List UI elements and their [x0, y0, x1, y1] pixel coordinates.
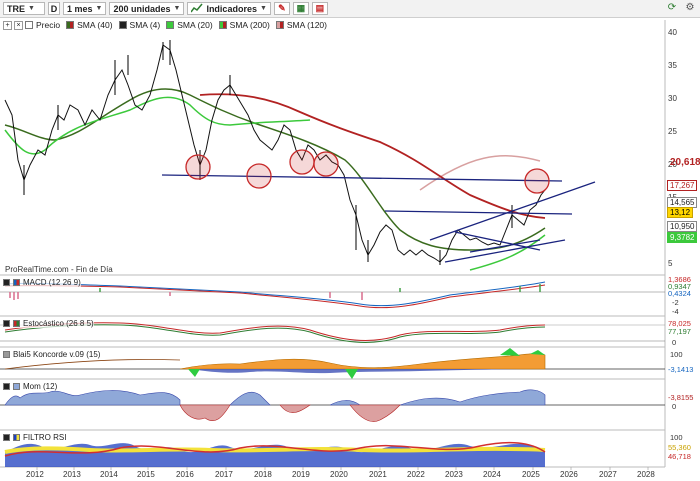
rsi-panel — [4, 441, 546, 467]
stochastic-label[interactable]: Estocástico (26 8 5) — [3, 319, 94, 328]
sma200-price-tag: 20,618 — [667, 157, 700, 168]
momentum-panel — [0, 389, 665, 422]
sma40-line — [4, 88, 546, 251]
price-axis-label: 5 — [668, 259, 673, 268]
circle-price-tag: 17,267 — [667, 180, 698, 191]
x-axis-label: 2013 — [63, 470, 81, 479]
sma4-line — [4, 44, 546, 263]
x-axis-label: 2022 — [407, 470, 425, 479]
x-axis-label: 2021 — [369, 470, 387, 479]
x-axis-label: 2023 — [445, 470, 463, 479]
momentum-label-text: Mom (12) — [23, 382, 58, 391]
color-swatch — [13, 383, 20, 390]
source-text: ProRealTime.com - Fin de Día — [5, 265, 113, 274]
stochastic-panel — [0, 322, 665, 343]
remove-icon[interactable] — [3, 434, 10, 441]
koncorde-axis-label: 100 — [670, 350, 683, 359]
sma20-price-tag: 10,950 — [667, 221, 698, 232]
channel-upper-line[interactable] — [429, 181, 596, 241]
resistance-line[interactable] — [384, 210, 573, 215]
color-swatch — [3, 351, 10, 358]
x-axis-label: 2026 — [560, 470, 578, 479]
color-swatch — [13, 434, 20, 441]
price-axis-label: 35 — [668, 61, 677, 70]
x-axis-label: 2015 — [137, 470, 155, 479]
remove-icon[interactable] — [3, 320, 10, 327]
price-axis-label: 25 — [668, 127, 677, 136]
x-axis-label: 2014 — [100, 470, 118, 479]
x-axis-label: 2016 — [176, 470, 194, 479]
price-panel — [4, 40, 596, 271]
macd-label[interactable]: MACD (12 26 9) — [3, 278, 81, 287]
x-axis-label: 2018 — [254, 470, 272, 479]
rsi-axis-label: 100 — [670, 433, 683, 442]
color-swatch — [13, 320, 20, 327]
x-axis-label: 2017 — [215, 470, 233, 479]
x-axis-label: 2024 — [483, 470, 501, 479]
macd-panel — [0, 281, 665, 309]
stochastic-label-text: Estocástico (26 8 5) — [23, 319, 94, 328]
koncorde-axis-label: -3,1413 — [668, 365, 694, 374]
sma120-line — [419, 155, 541, 191]
candles — [23, 40, 513, 265]
remove-icon[interactable] — [3, 383, 10, 390]
macd-label-text: MACD (12 26 9) — [23, 278, 81, 287]
stochastic-axis-label: 0 — [672, 338, 677, 347]
x-axis-label: 2020 — [330, 470, 348, 479]
macd-axis-label: 0,4324 — [668, 289, 691, 298]
chart-canvas[interactable] — [0, 0, 700, 481]
remove-icon[interactable] — [3, 279, 10, 286]
rsi-axis-label: 46,718 — [668, 452, 691, 461]
rsi-label-text: FILTRO RSI — [23, 433, 67, 442]
price-axis-label: 30 — [668, 94, 677, 103]
momentum-label[interactable]: Mom (12) — [3, 382, 58, 391]
koncorde-label[interactable]: Blai5 Koncorde v.09 (15) — [3, 350, 101, 359]
x-axis-label: 2027 — [599, 470, 617, 479]
koncorde-label-text: Blai5 Koncorde v.09 (15) — [13, 350, 101, 359]
macd-axis-label: -4 — [672, 307, 679, 316]
momentum-axis-label: -3,8155 — [668, 393, 694, 402]
momentum-axis-label: 0 — [672, 402, 677, 411]
rsi-axis-label: 55,360 — [668, 443, 691, 452]
sma40-price-tag: 9,3782 — [667, 232, 698, 243]
x-axis-label: 2019 — [292, 470, 310, 479]
stochastic-axis-label: 77,197 — [668, 327, 691, 336]
x-axis-label: 2028 — [637, 470, 655, 479]
color-swatch — [13, 279, 20, 286]
x-axis-label: 2012 — [26, 470, 44, 479]
last-price-tag: 13,12 — [667, 207, 694, 218]
macd-axis-label: -2 — [672, 298, 679, 307]
rsi-label[interactable]: FILTRO RSI — [3, 433, 67, 442]
price-axis-label: 40 — [668, 28, 677, 37]
x-axis-label: 2025 — [522, 470, 540, 479]
